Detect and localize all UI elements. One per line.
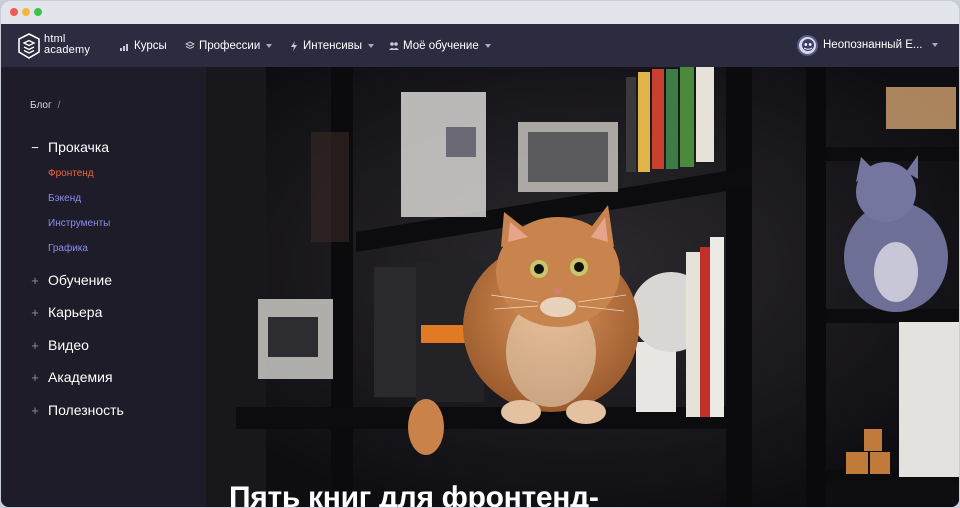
nav-courses[interactable]: Курсы xyxy=(120,38,167,54)
sidebar-section-label: Полезность xyxy=(48,402,124,418)
user-menu[interactable]: Неопознанный Е... xyxy=(797,34,939,56)
nav-intensives[interactable]: Интенсивы xyxy=(289,38,375,54)
sidebar-section-karera[interactable]: + Карьера xyxy=(30,303,102,321)
expand-icon: + xyxy=(31,369,39,385)
sidebar-section-video[interactable]: + Видео xyxy=(30,336,89,354)
logo-icon xyxy=(18,33,40,59)
nav-intensives-label: Интенсивы xyxy=(303,40,363,52)
cat-on-bookshelf-photo xyxy=(206,67,959,507)
maximize-window-button[interactable] xyxy=(34,8,42,16)
sidebar-subitem-backend[interactable]: Бэкенд xyxy=(48,193,81,204)
sidebar-subitem-graphics[interactable]: Графика xyxy=(48,243,88,254)
courses-icon xyxy=(120,44,128,51)
expand-icon: + xyxy=(31,402,39,418)
minimize-window-button[interactable] xyxy=(22,8,30,16)
article-title: Пять книг для фронтенд- xyxy=(229,481,599,507)
lightning-icon xyxy=(291,41,297,51)
sidebar-section-label: Академия xyxy=(48,369,113,385)
browser-window: html academy Курсы Профессии Интенсивы М… xyxy=(1,1,959,507)
nav-professions-label: Профессии xyxy=(199,40,261,52)
nav-my-learning[interactable]: Моё обучение xyxy=(389,38,491,54)
sidebar-section-obuchenie[interactable]: + Обучение xyxy=(30,271,112,289)
expand-icon: + xyxy=(31,304,39,320)
expand-icon: + xyxy=(31,272,39,288)
sidebar-section-prokachka[interactable]: − Прокачка xyxy=(30,138,109,156)
window-titlebar xyxy=(1,1,959,24)
sidebar-section-label: Видео xyxy=(48,337,89,353)
avatar xyxy=(797,34,818,56)
expand-icon: + xyxy=(31,337,39,353)
breadcrumb-separator: / xyxy=(57,100,61,111)
sidebar-section-poleznost[interactable]: + Полезность xyxy=(30,401,124,419)
htmlacademy-logo[interactable]: html academy xyxy=(18,33,98,59)
article-hero: Пять книг для фронтенд- xyxy=(206,67,959,507)
top-navigation: html academy Курсы Профессии Интенсивы М… xyxy=(1,24,959,67)
user-name: Неопознанный Е... xyxy=(823,39,923,51)
raccoon-avatar-icon xyxy=(801,39,814,51)
chevron-down-icon xyxy=(266,44,273,48)
logo-line-2: academy xyxy=(44,44,91,56)
collapse-icon: − xyxy=(31,139,39,155)
chevron-down-icon xyxy=(932,43,939,47)
sidebar-section-label: Прокачка xyxy=(48,139,110,155)
chevron-down-icon xyxy=(368,44,375,48)
close-window-button[interactable] xyxy=(10,8,18,16)
professions-icon xyxy=(185,41,195,50)
sidebar-section-akademiya[interactable]: + Академия xyxy=(30,368,113,386)
nav-professions[interactable]: Профессии xyxy=(185,38,273,54)
chevron-down-icon xyxy=(484,44,491,48)
blog-sidebar: Блог / − Прокачка Фронтенд Бэкенд Инструм… xyxy=(1,67,206,507)
nav-courses-label: Курсы xyxy=(134,40,167,52)
breadcrumb: Блог / xyxy=(30,100,60,111)
breadcrumb-blog-link[interactable]: Блог xyxy=(30,100,52,111)
sidebar-subitem-frontend[interactable]: Фронтенд xyxy=(48,168,94,179)
sidebar-subitem-tools[interactable]: Инструменты xyxy=(48,218,110,229)
nav-my-learning-label: Моё обучение xyxy=(403,40,479,52)
people-icon xyxy=(389,42,399,50)
sidebar-section-label: Карьера xyxy=(48,304,103,320)
sidebar-section-label: Обучение xyxy=(48,272,113,288)
